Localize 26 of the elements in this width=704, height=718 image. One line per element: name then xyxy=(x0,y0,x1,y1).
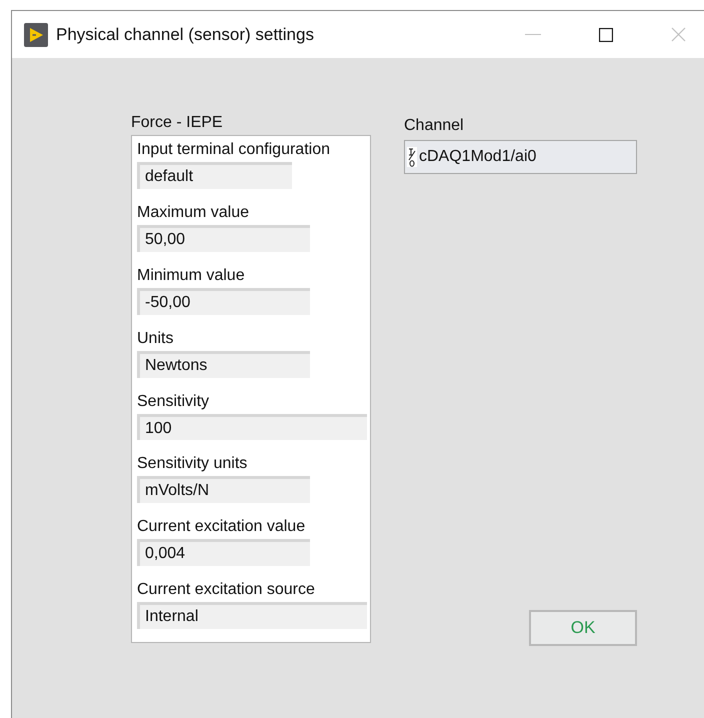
close-icon[interactable] xyxy=(671,27,686,42)
app-icon xyxy=(24,22,48,46)
value-field[interactable]: -50,00 xyxy=(137,288,310,315)
minimize-icon[interactable] xyxy=(525,34,541,36)
value-field[interactable]: 50,00 xyxy=(137,224,310,252)
io-icon xyxy=(407,147,417,167)
channel-value: cDAQ1Mod1/ai0 xyxy=(419,148,536,166)
value-field[interactable]: 0,004 xyxy=(137,539,310,566)
value-field[interactable]: Newtons xyxy=(137,350,310,378)
panel-title: Force - IEPE xyxy=(131,114,224,132)
field-label: Input terminal configuration xyxy=(137,140,330,160)
field-label: Current excitation source xyxy=(137,580,315,600)
field-label: Current excitation value xyxy=(137,517,306,538)
field-label: Sensitivity units xyxy=(137,454,248,474)
window-title: Physical channel (sensor) settings xyxy=(56,24,314,44)
channel-label: Channel xyxy=(404,117,465,135)
value-field[interactable]: mVolts/N xyxy=(137,476,310,504)
value-field[interactable]: default xyxy=(137,162,292,189)
field-label: Sensitivity xyxy=(137,392,210,412)
field-label: Maximum value xyxy=(137,202,250,223)
field-label: Units xyxy=(137,328,174,349)
field-label: Minimum value xyxy=(137,266,245,286)
channel-field[interactable]: cDAQ1Mod1/ai0 xyxy=(404,140,637,174)
value-field[interactable]: 100 xyxy=(137,414,367,440)
maximize-icon[interactable] xyxy=(599,28,613,42)
value-field[interactable]: Internal xyxy=(137,602,367,629)
